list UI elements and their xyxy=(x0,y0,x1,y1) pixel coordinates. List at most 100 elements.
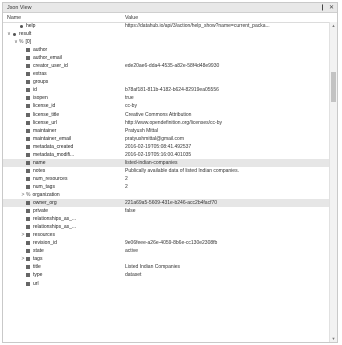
tree-row-key: notes xyxy=(33,167,46,174)
tree-row-key: help xyxy=(26,23,36,30)
tree-row[interactable]: relationships_as_... xyxy=(3,223,330,231)
tree-row-key: metadata_created xyxy=(33,143,74,150)
field-square-icon xyxy=(26,88,30,93)
tree-row[interactable]: help https://datahub.io/api/3/action/help… xyxy=(3,22,330,30)
name-column-header[interactable]: Name xyxy=(3,15,123,21)
tree-row-value: Creative Commons Attribution xyxy=(125,111,192,118)
tree-row-value: 2 xyxy=(125,183,128,190)
tree-row-key: resources xyxy=(33,232,55,239)
field-square-icon xyxy=(26,281,30,286)
tree-row-name-cell: relationships_as_... xyxy=(3,224,123,230)
property-dot-icon xyxy=(12,32,16,36)
tree-row[interactable]: > resources xyxy=(3,231,330,239)
tree-row-value: cc-by xyxy=(125,103,137,110)
tree-row[interactable]: isopen true xyxy=(3,94,330,102)
tree-row[interactable]: creator_user_id ede20ae6-dda4-4535-a82e-5… xyxy=(3,62,330,70)
tree-row[interactable]: maintainer_email pratyushmittal@gmail.com xyxy=(3,135,330,143)
tree-row-name-cell: license_id xyxy=(3,103,123,109)
field-square-icon xyxy=(26,144,30,149)
tree-row-name-cell: maintainer xyxy=(3,128,123,134)
tree-row-name-cell: num_resources xyxy=(3,176,123,182)
tree-row-value: b78af181-811b-4182-b624-82919ea05556 xyxy=(125,87,219,94)
tree-row-key: author_email xyxy=(33,55,62,62)
tree-row-name-cell: metadata_created xyxy=(3,144,123,150)
tree-row[interactable]: license_id cc-by xyxy=(3,102,330,110)
tree-row-name-cell: isopen xyxy=(3,95,123,101)
tree-row-key: id xyxy=(33,87,37,94)
tree-row[interactable]: num_tags 2 xyxy=(3,183,330,191)
tree-row[interactable]: type dataset xyxy=(3,271,330,279)
tree-row-name-cell: help xyxy=(3,23,123,29)
tree-row[interactable]: state active xyxy=(3,247,330,255)
close-icon[interactable]: ✕ xyxy=(329,5,334,11)
field-square-icon xyxy=(26,257,30,262)
tree-row[interactable]: metadata_created 2016-02-19T05:08:41.4925… xyxy=(3,143,330,151)
tree-row-value: 9e06feee-a26e-4059-8b6e-cc130e2308fb xyxy=(125,240,218,247)
field-square-icon xyxy=(26,233,30,238)
tree-row-value: 2 xyxy=(125,175,128,182)
tree-row[interactable]: relationships_as_... xyxy=(3,215,330,223)
tree-row[interactable]: license_title Creative Commons Attributio… xyxy=(3,111,330,119)
tree-row[interactable]: groups xyxy=(3,78,330,86)
tree-row-key: maintainer_email xyxy=(33,135,72,142)
tree-row-key: organization xyxy=(32,192,60,198)
tree-row-key: num_resources xyxy=(33,175,68,182)
json-tree: help https://datahub.io/api/3/action/help… xyxy=(3,22,330,342)
scroll-up-icon[interactable]: ▲ xyxy=(330,22,337,29)
panel-titlebar: Json View ❙ ✕ xyxy=(3,3,337,13)
tree-row-name-cell: notes xyxy=(3,168,123,174)
tree-row[interactable]: name listed-indian-companies xyxy=(3,158,330,167)
tree-row[interactable]: revision_id 9e06feee-a26e-4059-8b6e-cc130… xyxy=(3,239,330,247)
tree-row-key: revision_id xyxy=(33,240,57,247)
tree-row[interactable]: > tags xyxy=(3,255,330,263)
tree-row-name-cell: maintainer_email xyxy=(3,136,123,142)
field-square-icon xyxy=(26,265,30,270)
tree-row-key: isopen xyxy=(33,95,48,102)
tree-row[interactable]: private false xyxy=(3,207,330,215)
scroll-thumb[interactable] xyxy=(331,72,336,102)
tree-row-name-cell: revision_id xyxy=(3,240,123,246)
field-square-icon xyxy=(26,80,30,85)
field-square-icon xyxy=(26,201,30,206)
field-square-icon xyxy=(26,48,30,53)
property-dot-icon xyxy=(19,24,23,28)
tree-row-value: dataset xyxy=(125,272,142,279)
tree-row[interactable]: owner_org 221a69a5-5609-431e-b246-acc2b4f… xyxy=(3,199,330,208)
tree-row-name-cell: title xyxy=(3,264,123,270)
tree-row[interactable]: notes Publically available data of listed… xyxy=(3,167,330,175)
field-square-icon xyxy=(26,120,30,125)
object-icon: % xyxy=(26,192,31,198)
value-column-header[interactable]: Value xyxy=(123,15,337,21)
tree-row[interactable]: ∨% [0] xyxy=(3,38,330,46)
tree-row[interactable]: num_resources 2 xyxy=(3,175,330,183)
field-square-icon xyxy=(26,104,30,109)
tree-row-name-cell: state xyxy=(3,248,123,254)
field-square-icon xyxy=(26,241,30,246)
tree-row[interactable]: url xyxy=(3,280,330,288)
scroll-down-icon[interactable]: ▼ xyxy=(330,335,337,342)
vertical-scrollbar[interactable]: ▲ ▼ xyxy=(329,22,337,342)
pin-icon[interactable]: ❙ xyxy=(320,5,325,11)
tree-row[interactable]: author xyxy=(3,46,330,54)
tree-row[interactable]: maintainer Pratyush Mittal xyxy=(3,127,330,135)
tree-row-name-cell: relationships_as_... xyxy=(3,216,123,222)
tree-row[interactable]: author_email xyxy=(3,54,330,62)
tree-row-name-cell: num_tags xyxy=(3,184,123,190)
tree-row-name-cell: id xyxy=(3,87,123,93)
tree-row[interactable]: license_url http://www.opendefinition.org… xyxy=(3,119,330,127)
tree-row-value: 2016-02-19T05:08:41.492537 xyxy=(125,143,192,150)
expand-toggle-icon[interactable]: ∨ xyxy=(6,31,12,37)
tree-row-key: type xyxy=(33,272,43,279)
tree-row-name-cell: ∨ result xyxy=(3,31,123,37)
tree-row[interactable]: extras xyxy=(3,70,330,78)
tree-row[interactable]: >% organization xyxy=(3,191,330,199)
tree-row[interactable]: metadata_modifi... 2016-02-19T05:16:00.40… xyxy=(3,151,330,159)
field-square-icon xyxy=(26,128,30,133)
tree-row[interactable]: ∨ result xyxy=(3,30,330,38)
tree-row[interactable]: title Listed Indian Companies xyxy=(3,263,330,271)
tree-row-name-cell: metadata_modifi... xyxy=(3,152,123,158)
tree-row-name-cell: creator_user_id xyxy=(3,63,123,69)
tree-row[interactable]: id b78af181-811b-4182-b624-82919ea05556 xyxy=(3,86,330,94)
json-view-panel: Json View ❙ ✕ Name Value help https://dat… xyxy=(2,2,338,343)
tree-row-value: Publically available data of listed Indi… xyxy=(125,167,239,174)
